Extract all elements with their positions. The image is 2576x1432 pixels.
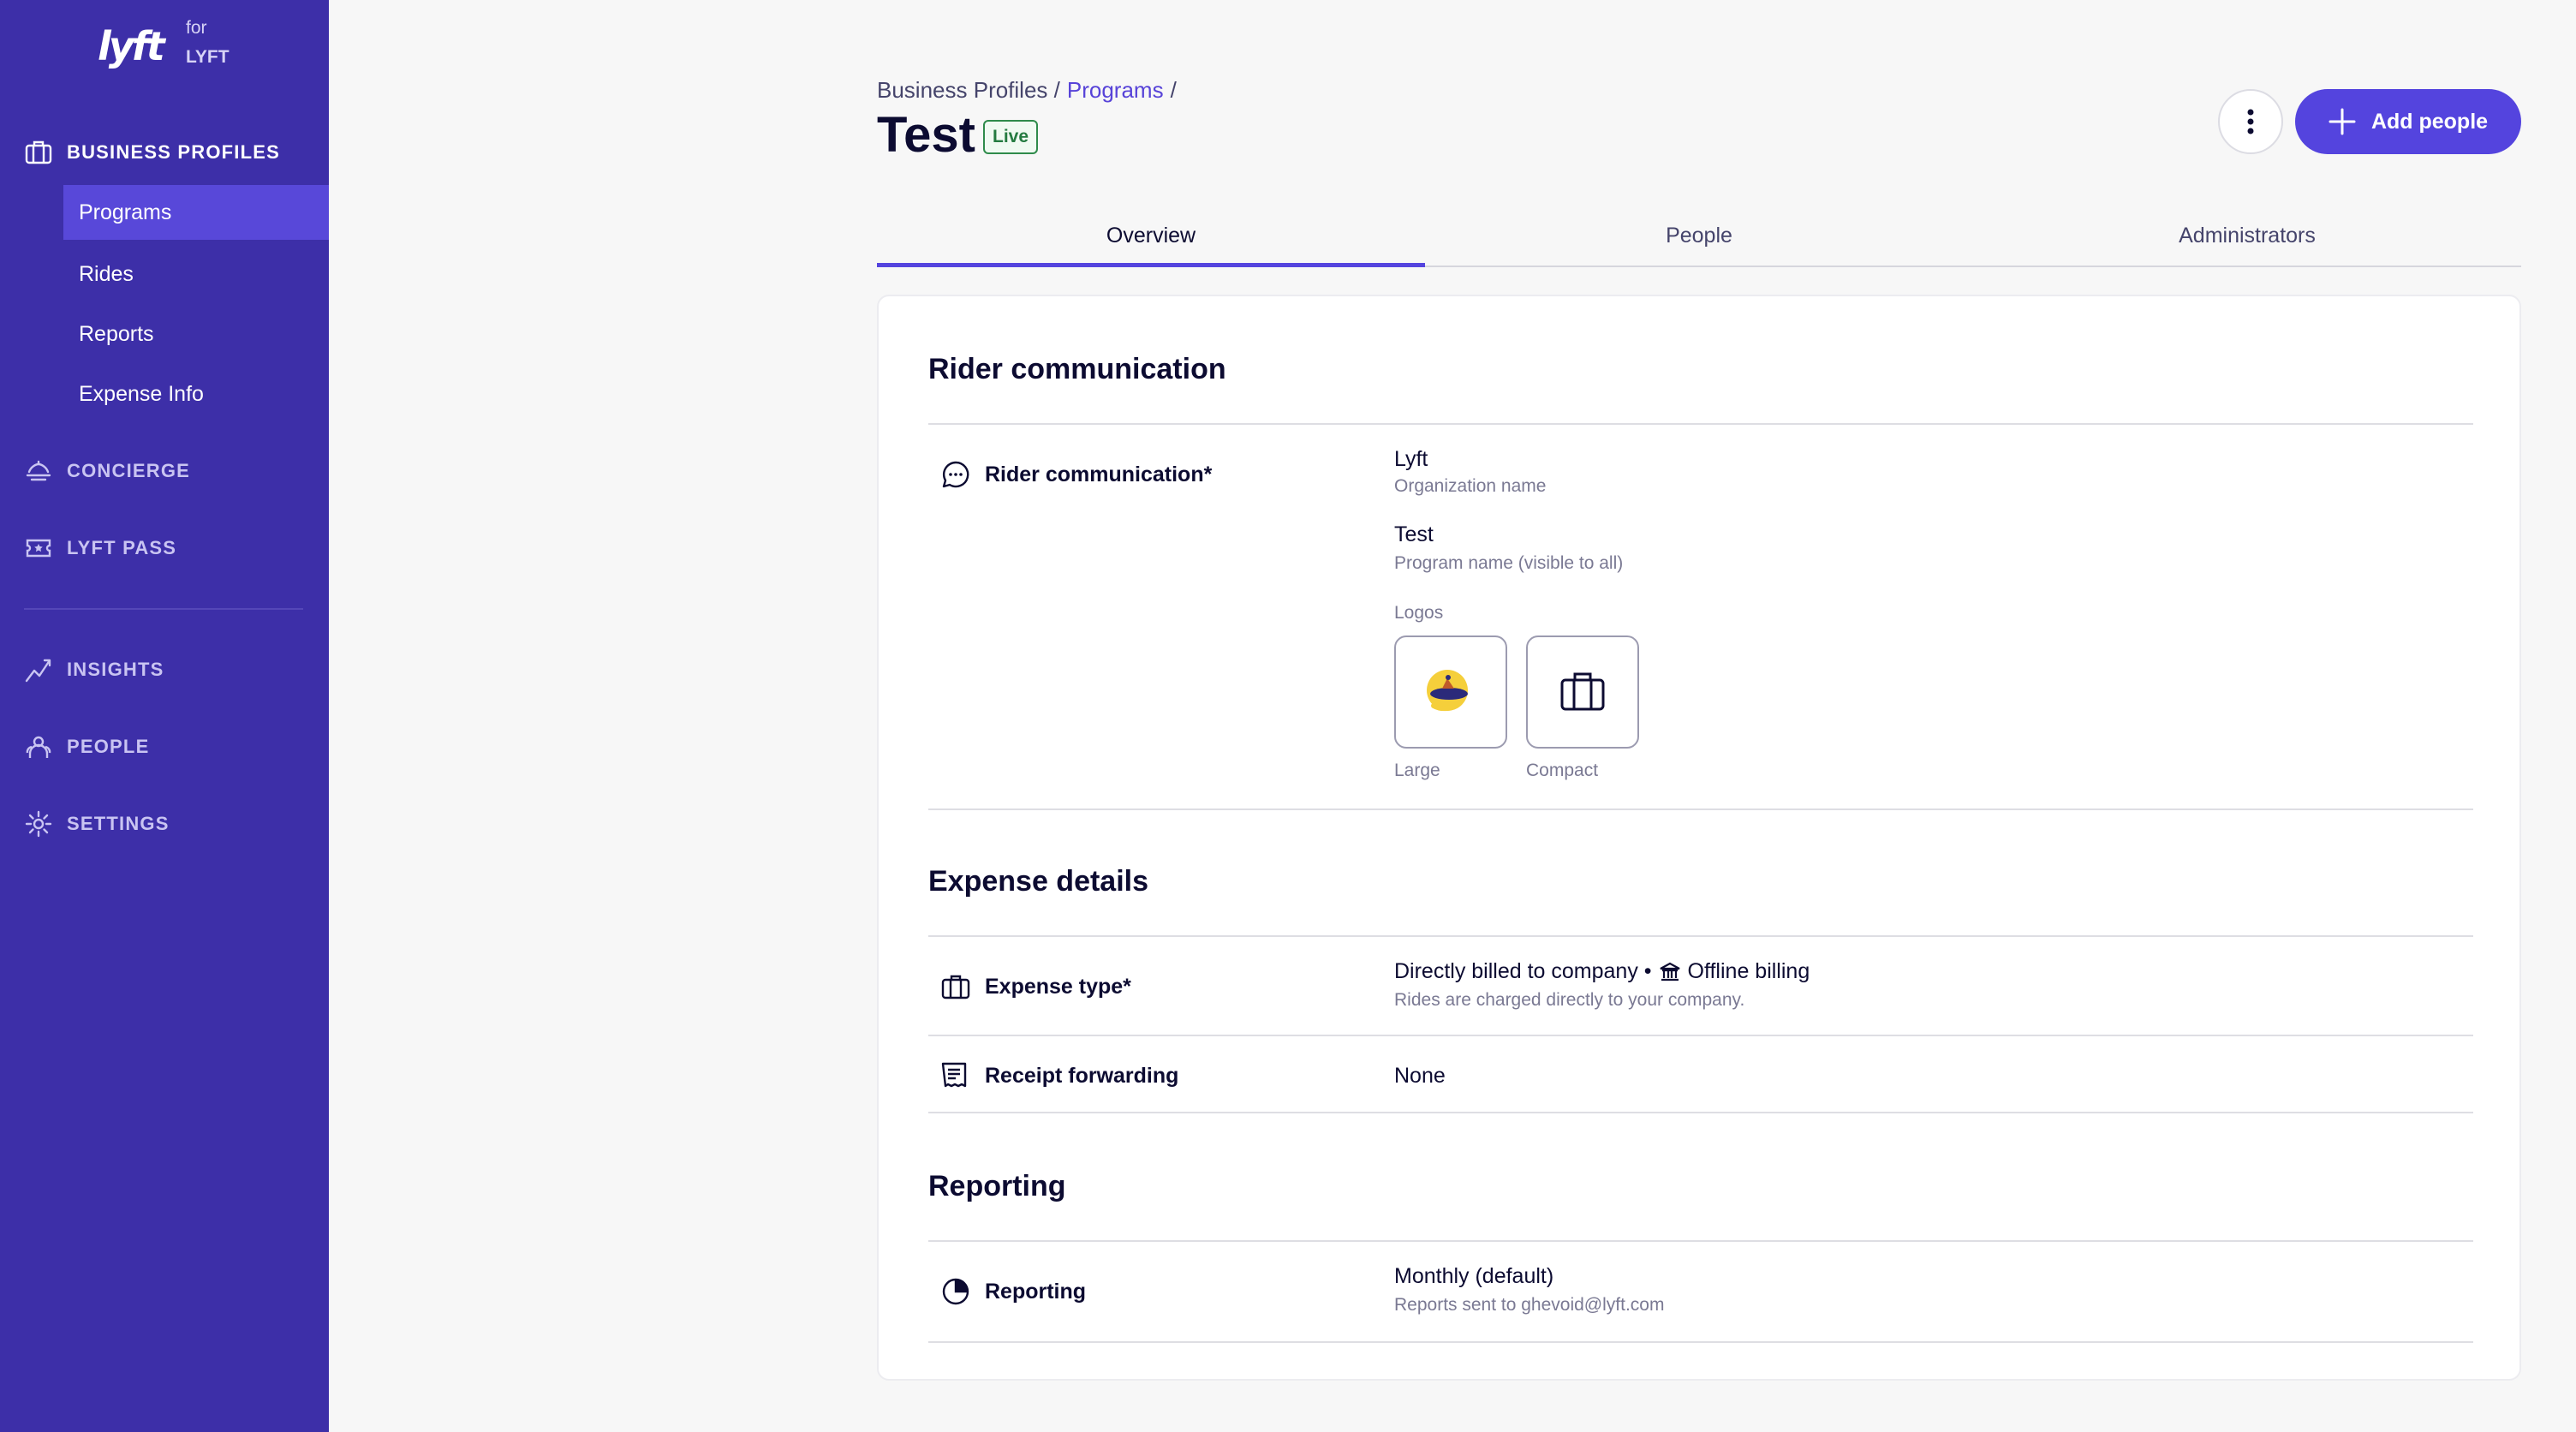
rider-section-title: Rider communication [928, 353, 1226, 385]
sidebar-item-reports[interactable]: Reports [63, 307, 329, 361]
briefcase-icon [25, 140, 52, 164]
add-people-button[interactable]: Add people [2295, 89, 2521, 154]
sidebar-item-expense-info[interactable]: Expense Info [63, 367, 329, 421]
breadcrumb-separator: / [1170, 77, 1177, 103]
expense-section-title: Expense details [928, 865, 1149, 898]
receipt-forwarding-value: None [1394, 1064, 1446, 1088]
expense-billing-text: Offline billing [1687, 959, 1810, 983]
tab-people[interactable]: People [1425, 206, 1973, 266]
nav-people[interactable]: PEOPLE [24, 728, 149, 766]
divider [928, 1112, 2473, 1113]
nav-people-label: PEOPLE [67, 736, 150, 757]
expense-type-row: Expense type* [940, 971, 1131, 1002]
divider [928, 935, 2473, 937]
nav-insights-label: INSIGHTS [67, 659, 164, 680]
sidebar-item-programs[interactable]: Programs [63, 185, 329, 240]
logos-caption: Logos [1394, 603, 1444, 623]
sidebar: lyft for LYFT BUSINESS PROFILES Programs… [0, 0, 329, 1432]
receipt-icon [941, 1062, 967, 1088]
ticket-icon [26, 539, 51, 558]
breadcrumb-root[interactable]: Business Profiles / [877, 77, 1060, 104]
program-logo-image [1427, 670, 1468, 712]
program-name-value: Test [1394, 522, 1434, 546]
insights-chart-icon [25, 659, 51, 683]
logo-large-thumbnail[interactable] [1394, 635, 1507, 749]
pie-chart-icon [942, 1278, 969, 1305]
briefcase-icon [1560, 672, 1605, 711]
divider [928, 423, 2473, 425]
lyft-logo[interactable]: lyft [98, 21, 170, 72]
nav-concierge-label: CONCIERGE [67, 460, 191, 481]
divider [928, 1341, 2473, 1343]
nav-insights[interactable]: INSIGHTS [24, 651, 164, 689]
tab-bar: Overview People Administrators [877, 206, 2521, 267]
reporting-frequency-value: Monthly (default) [1394, 1264, 1554, 1288]
more-vertical-icon [2247, 109, 2254, 134]
program-overview-card: Rider communication Rider communication*… [877, 295, 2521, 1381]
bank-icon [1660, 962, 1680, 981]
gear-icon [25, 810, 52, 838]
nav-lyft-pass[interactable]: LYFT PASS [24, 529, 176, 567]
more-options-button[interactable] [2218, 89, 2283, 154]
reporting-recipient-caption: Reports sent to ghevoid@lyft.com [1394, 1295, 1665, 1315]
expense-type-label: Expense type* [985, 974, 1131, 999]
rider-communication-label: Rider communication* [985, 462, 1213, 486]
receipt-forwarding-label: Receipt forwarding [985, 1063, 1179, 1088]
add-people-label: Add people [2370, 109, 2489, 134]
divider [928, 1035, 2473, 1036]
breadcrumb: Business Profiles / Programs / [877, 77, 1177, 104]
rider-communication-row: Rider communication* [940, 459, 1212, 490]
divider [928, 808, 2473, 810]
logo-for-label: for [186, 18, 207, 38]
expense-type-value: Directly billed to company • Offline bil… [1394, 959, 1810, 984]
org-name-caption: Organization name [1394, 476, 1547, 496]
org-name-value: Lyft [1394, 447, 1428, 471]
logo-compact-thumbnail[interactable] [1526, 635, 1639, 749]
sidebar-item-label: Rides [79, 261, 134, 286]
logo-compact-caption: Compact [1526, 761, 1599, 780]
nav-concierge[interactable]: CONCIERGE [24, 452, 190, 490]
reporting-row: Reporting [940, 1276, 1086, 1307]
page-title: Test [877, 107, 975, 163]
reporting-label: Reporting [985, 1279, 1087, 1304]
nav-business-profiles[interactable]: BUSINESS PROFILES [24, 134, 280, 171]
briefcase-icon [941, 975, 970, 999]
people-icon [26, 736, 51, 758]
expense-type-caption: Rides are charged directly to your compa… [1394, 990, 1745, 1010]
sidebar-divider [24, 608, 303, 610]
nav-lyft-pass-label: LYFT PASS [67, 537, 177, 558]
program-name-caption: Program name (visible to all) [1394, 553, 1624, 573]
svg-text:lyft: lyft [98, 23, 167, 69]
sidebar-item-label: Expense Info [79, 381, 204, 406]
logo-large-caption: Large [1394, 761, 1440, 780]
chat-bubble-icon [942, 461, 969, 488]
concierge-icon [26, 460, 51, 481]
reporting-section-title: Reporting [928, 1170, 1066, 1202]
nav-settings[interactable]: SETTINGS [24, 805, 170, 843]
expense-type-text: Directly billed to company • [1394, 959, 1652, 983]
sidebar-item-label: Programs [79, 200, 172, 224]
tab-administrators[interactable]: Administrators [1973, 206, 2521, 266]
sidebar-item-rides[interactable]: Rides [63, 247, 329, 301]
plus-icon [2329, 108, 2356, 135]
breadcrumb-programs-link[interactable]: Programs [1067, 77, 1164, 104]
receipt-forwarding-row: Receipt forwarding [940, 1060, 1178, 1091]
divider [928, 1240, 2473, 1242]
tab-overview[interactable]: Overview [877, 206, 1425, 267]
sidebar-item-label: Reports [79, 321, 154, 346]
logo-org-label: LYFT [186, 47, 230, 67]
nav-business-profiles-label: BUSINESS PROFILES [67, 141, 280, 163]
status-badge: Live [983, 120, 1039, 154]
nav-settings-label: SETTINGS [67, 813, 170, 834]
